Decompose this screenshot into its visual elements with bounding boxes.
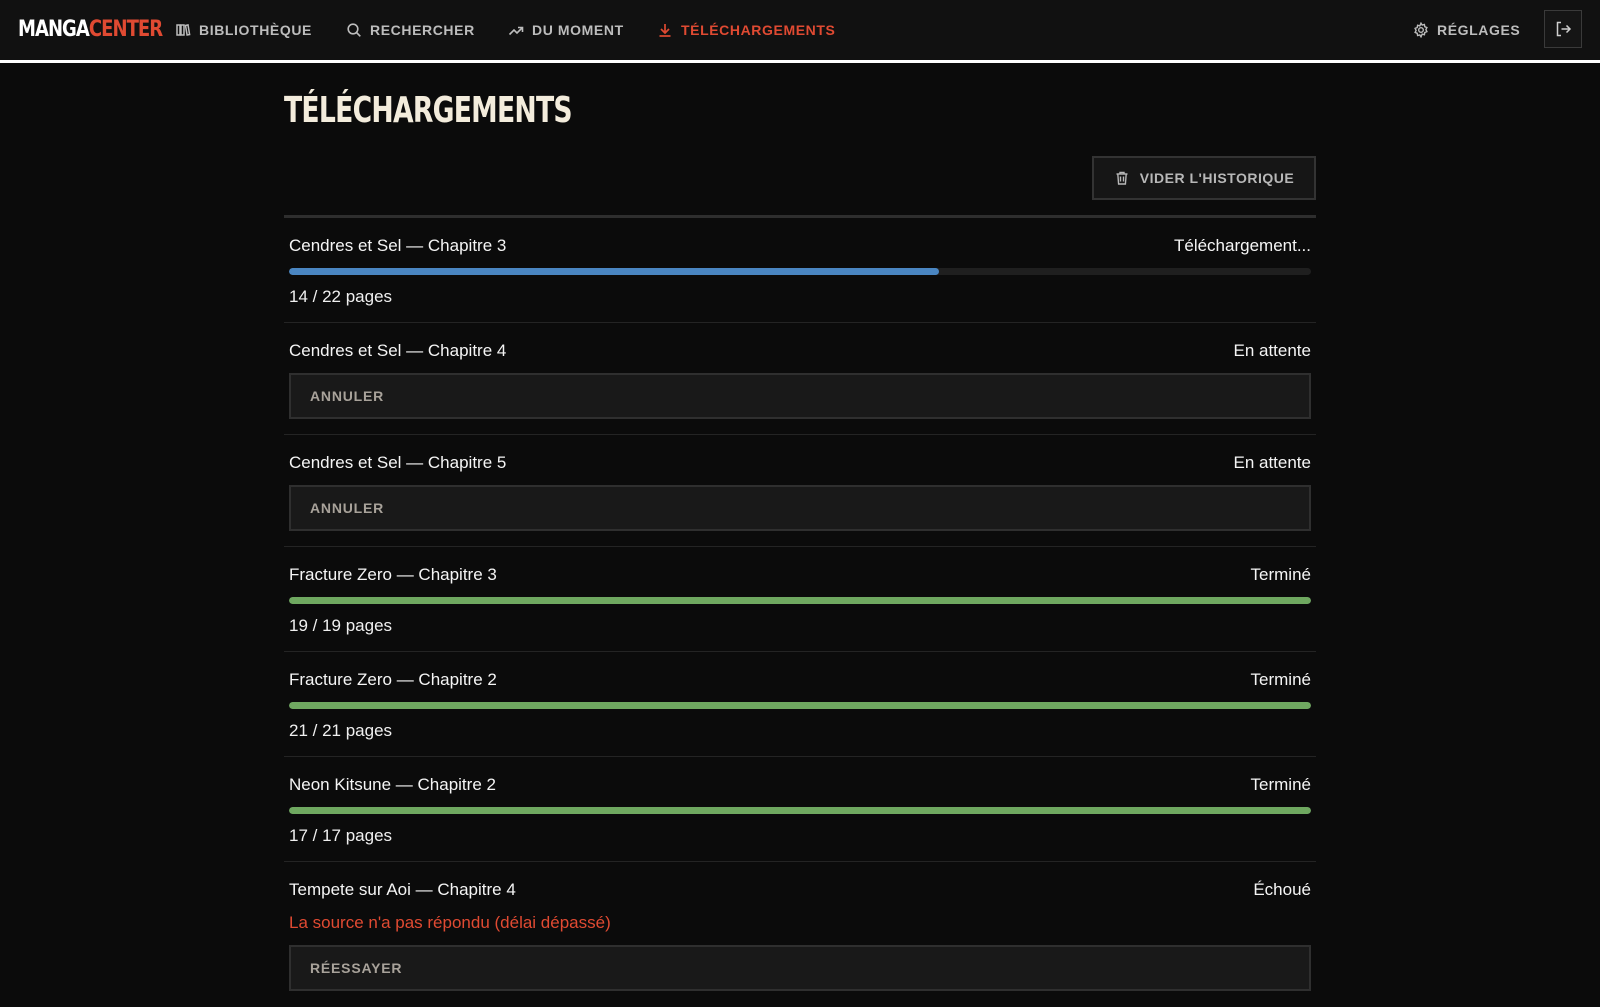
download-item: Neon Kitsune — Chapitre 2 Terminé 17 / 1… xyxy=(284,757,1316,862)
download-item: Cendres et Sel — Chapitre 4 En attente A… xyxy=(284,323,1316,435)
progress-bar xyxy=(289,807,1311,814)
download-status: Terminé xyxy=(1250,670,1311,689)
page-title: TÉLÉCHARGEMENTS xyxy=(284,90,573,131)
nav-item-downloads[interactable]: TÉLÉCHARGEMENTS xyxy=(657,18,835,42)
search-icon xyxy=(347,23,361,37)
download-item: Fracture Zero — Chapitre 2 Terminé 21 / … xyxy=(284,652,1316,757)
page-count: 19 / 19 pages xyxy=(289,616,393,635)
top-navigation-bar: MANGACENTER BIBLIOTHÈQUE RECHERCHER DU M… xyxy=(0,0,1600,63)
page-count: 14 / 22 pages xyxy=(289,287,393,306)
download-icon xyxy=(659,24,671,37)
download-title: Neon Kitsune — Chapitre 2 xyxy=(289,775,496,794)
progress-bar xyxy=(289,597,1311,604)
progress-bar xyxy=(289,702,1311,709)
clear-history-label: VIDER L'HISTORIQUE xyxy=(1139,170,1295,186)
download-status: En attente xyxy=(1233,453,1311,472)
progress-fill xyxy=(289,268,939,275)
download-status: Terminé xyxy=(1250,565,1311,584)
logout-button[interactable] xyxy=(1544,10,1582,48)
downloads-list: Cendres et Sel — Chapitre 3 Téléchargeme… xyxy=(284,215,1316,1007)
download-item: Tempete sur Aoi — Chapitre 4 Échoué La s… xyxy=(284,862,1316,1007)
trash-icon xyxy=(1116,171,1128,185)
nav-item-settings[interactable]: RÉGLAGES xyxy=(1413,18,1520,42)
progress-fill xyxy=(289,702,1311,709)
download-status: En attente xyxy=(1233,341,1311,360)
clear-history-button[interactable]: VIDER L'HISTORIQUE xyxy=(1092,156,1316,200)
logo-part-manga: MANGA xyxy=(18,17,90,42)
progress-fill xyxy=(289,807,1311,814)
page-count: 21 / 21 pages xyxy=(289,721,393,740)
nav-label-search: RECHERCHER xyxy=(370,22,475,38)
download-status: Terminé xyxy=(1250,775,1311,794)
download-status: Téléchargement... xyxy=(1173,236,1311,255)
nav-item-trending[interactable]: DU MOMENT xyxy=(508,18,624,42)
nav-label-settings: RÉGLAGES xyxy=(1437,22,1521,38)
logo-part-center: CENTER xyxy=(88,17,163,42)
logout-icon xyxy=(1556,21,1572,37)
progress-fill xyxy=(289,597,1311,604)
nav-label-downloads: TÉLÉCHARGEMENTS xyxy=(681,22,836,38)
nav-item-search[interactable]: RECHERCHER xyxy=(346,18,475,42)
download-title: Tempete sur Aoi — Chapitre 4 xyxy=(289,880,516,899)
download-item: Fracture Zero — Chapitre 3 Terminé 19 / … xyxy=(284,547,1316,652)
gear-icon xyxy=(1414,22,1428,38)
page-count: 17 / 17 pages xyxy=(289,826,393,845)
cancel-button[interactable]: ANNULER xyxy=(289,373,1311,419)
nav-label-library: BIBLIOTHÈQUE xyxy=(199,22,312,38)
cancel-button[interactable]: ANNULER xyxy=(289,485,1311,531)
nav-label-trending: DU MOMENT xyxy=(532,22,624,38)
download-status: Échoué xyxy=(1253,880,1311,899)
app-logo[interactable]: MANGACENTER xyxy=(18,14,163,46)
trending-icon xyxy=(508,26,524,36)
download-item: Cendres et Sel — Chapitre 5 En attente A… xyxy=(284,435,1316,547)
download-title: Fracture Zero — Chapitre 2 xyxy=(289,670,497,689)
error-message: La source n'a pas répondu (délai dépassé… xyxy=(289,913,611,932)
progress-bar xyxy=(289,268,1311,275)
nav-item-library[interactable]: BIBLIOTHÈQUE xyxy=(175,18,312,42)
download-title: Cendres et Sel — Chapitre 5 xyxy=(289,453,507,472)
download-title: Cendres et Sel — Chapitre 4 xyxy=(289,341,507,360)
download-title: Cendres et Sel — Chapitre 3 xyxy=(289,236,507,255)
retry-button[interactable]: RÉESSAYER xyxy=(289,945,1311,991)
library-icon xyxy=(176,23,191,36)
download-title: Fracture Zero — Chapitre 3 xyxy=(289,565,497,584)
download-item: Cendres et Sel — Chapitre 3 Téléchargeme… xyxy=(284,218,1316,323)
